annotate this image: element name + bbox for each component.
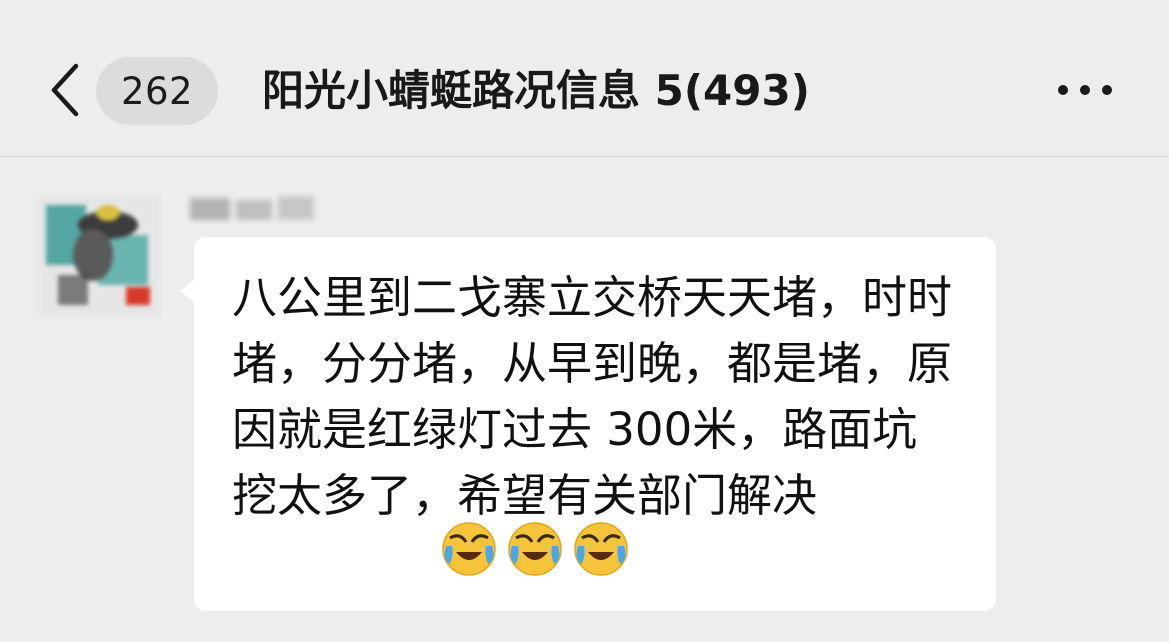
more-dots-icon	[1058, 85, 1112, 95]
back-button[interactable]	[40, 60, 90, 120]
message-text: 八公里到二戈寨立交桥天天堵，时时堵，分分堵，从早到晚，都是堵，原因就是红绿灯过去…	[232, 271, 953, 522]
emoji-row	[440, 520, 630, 580]
sender-name	[188, 190, 318, 228]
sender-avatar[interactable]	[38, 195, 160, 317]
unread-count-badge[interactable]: 262	[96, 57, 218, 125]
chat-screen: 262 阳光小蜻蜓路况信息 5(493) 八公里到二戈寨立交桥天天堵，时时堵，分…	[0, 0, 1169, 642]
chat-title: 阳光小蜻蜓路况信息 5(493)	[262, 66, 810, 115]
face-with-tears-of-joy-icon	[442, 522, 496, 576]
more-button[interactable]	[1052, 70, 1118, 110]
chat-header: 262 阳光小蜻蜓路况信息 5(493)	[0, 0, 1169, 157]
chevron-left-icon	[51, 63, 79, 117]
face-with-tears-of-joy-icon	[574, 522, 628, 576]
face-with-tears-of-joy-icon	[508, 522, 562, 576]
